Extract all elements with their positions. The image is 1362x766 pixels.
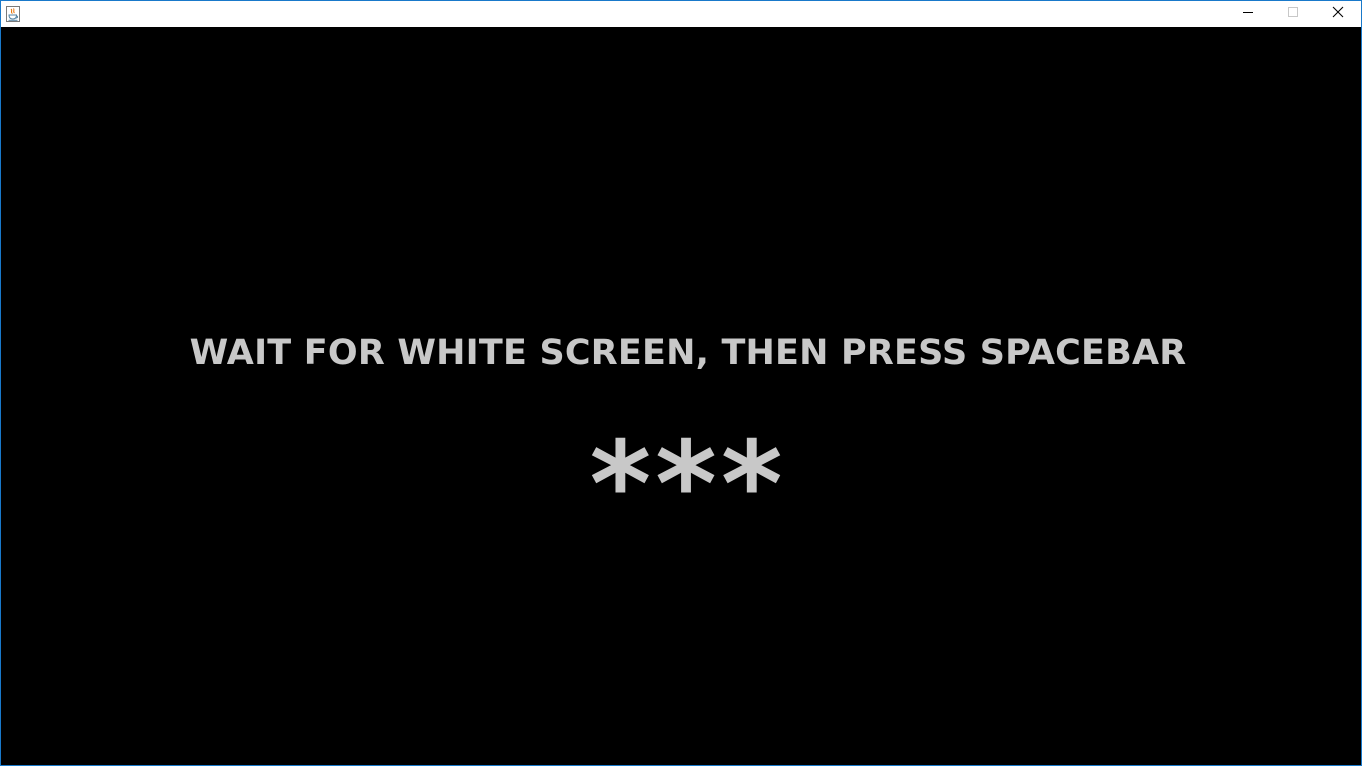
stimulus-screen[interactable]: WAIT FOR WHITE SCREEN, THEN PRESS SPACEB…: [1, 27, 1361, 765]
minimize-button[interactable]: [1225, 1, 1271, 27]
minimize-icon: [1242, 5, 1254, 23]
app-window: WAIT FOR WHITE SCREEN, THEN PRESS SPACEB…: [0, 0, 1362, 766]
close-icon: [1332, 5, 1344, 23]
maximize-button[interactable]: [1270, 1, 1316, 27]
close-button[interactable]: [1315, 1, 1361, 27]
title-bar[interactable]: [1, 1, 1361, 27]
maximize-icon: [1287, 5, 1299, 23]
fixation-stars: ***: [589, 415, 787, 553]
instruction-text: WAIT FOR WHITE SCREEN, THEN PRESS SPACEB…: [189, 333, 1187, 373]
java-icon[interactable]: [6, 6, 20, 22]
